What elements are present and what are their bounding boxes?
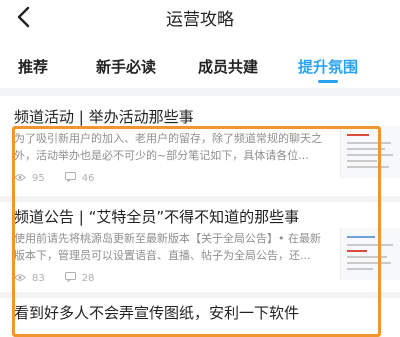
tab-member-building[interactable]: 成员共建 — [198, 56, 258, 77]
comment-count: 46 — [64, 172, 95, 185]
comment-icon — [64, 272, 76, 285]
comment-count-value: 28 — [81, 273, 95, 284]
view-count-value: 83 — [32, 273, 45, 284]
view-count: 83 — [14, 273, 45, 285]
view-count: 95 — [14, 173, 45, 185]
comment-count: 28 — [64, 272, 95, 285]
article-thumbnail — [340, 126, 400, 178]
eye-icon — [14, 273, 26, 285]
active-tab-indicator — [318, 80, 338, 83]
category-tabs: 推荐 新手必读 成员共建 提升氛围 — [0, 48, 400, 88]
top-bar: 运营攻略 — [0, 0, 400, 40]
article-title: 看到好多人不会弄宣传图纸，安利一下软件 — [14, 304, 300, 322]
article-meta: 95 46 — [14, 172, 94, 185]
article-excerpt: 为了吸引新用户的加入、老用户的留存，除了频道常规的聊天之外，活动举办也是必不可少… — [14, 132, 322, 162]
tabs-divider — [0, 88, 400, 96]
view-count-value: 95 — [32, 173, 45, 184]
tab-beginner-guide[interactable]: 新手必读 — [96, 56, 156, 77]
tab-boost-atmosphere[interactable]: 提升氛围 — [298, 56, 358, 77]
article-item[interactable]: 看到好多人不会弄宣传图纸，安利一下软件 — [0, 298, 400, 322]
article-title: 频道公告 | “艾特全员”不得不知道的那些事 — [14, 208, 300, 226]
article-title: 频道活动 | 举办活动那些事 — [14, 108, 194, 126]
tab-recommended[interactable]: 推荐 — [18, 56, 48, 77]
comment-icon — [64, 172, 76, 185]
article-item[interactable]: 频道公告 | “艾特全员”不得不知道的那些事 使用前请先将桃源岛更新至最新版本【… — [0, 202, 400, 292]
eye-icon — [14, 173, 26, 185]
comment-count-value: 46 — [81, 173, 95, 184]
article-meta: 83 28 — [14, 272, 94, 285]
page-title: 运营攻略 — [166, 10, 234, 30]
article-excerpt: 使用前请先将桃源岛更新至最新版本【关于全局公告】• 在最新版本下，管理员可以设置… — [14, 232, 321, 262]
article-item[interactable]: 频道活动 | 举办活动那些事 为了吸引新用户的加入、老用户的留存，除了频道常规的… — [0, 96, 400, 196]
article-thumbnail — [340, 228, 400, 280]
